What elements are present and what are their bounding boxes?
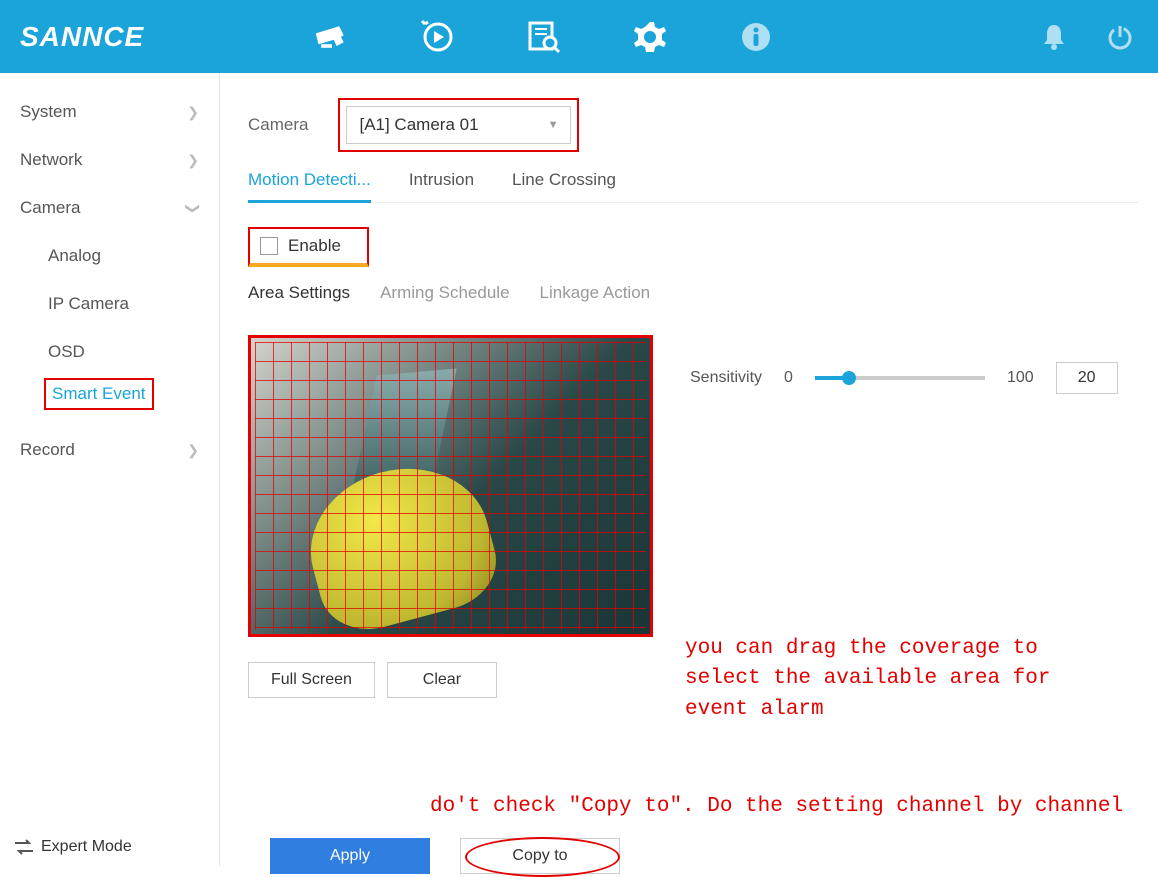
search-icon[interactable] bbox=[526, 19, 562, 55]
power-icon[interactable] bbox=[1102, 19, 1138, 55]
camera-icon[interactable] bbox=[314, 19, 350, 55]
sidebar-item-ip-camera[interactable]: IP Camera bbox=[0, 280, 219, 328]
camera-select[interactable]: [A1] Camera 01 ▼ bbox=[346, 106, 571, 144]
sensitivity-value-input[interactable]: 20 bbox=[1056, 362, 1118, 394]
camera-label: Camera bbox=[248, 115, 308, 135]
sidebar-item-record[interactable]: Record ❯ bbox=[0, 426, 219, 474]
sidebar-item-label: System bbox=[20, 102, 77, 122]
sidebar-item-analog[interactable]: Analog bbox=[0, 232, 219, 280]
sidebar-item-label: Network bbox=[20, 150, 82, 170]
top-right-group bbox=[1036, 19, 1138, 55]
chevron-right-icon: ❯ bbox=[187, 152, 199, 169]
annotation-coverage-note: you can drag the coverage to select the … bbox=[685, 634, 1115, 725]
sidebar-item-smart-event[interactable]: Smart Event bbox=[52, 384, 146, 403]
sidebar-item-system[interactable]: System ❯ bbox=[0, 88, 219, 136]
sidebar: System ❯ Network ❯ Camera ❯ Analog IP Ca… bbox=[0, 73, 220, 866]
sidebar-item-network[interactable]: Network ❯ bbox=[0, 136, 219, 184]
sensitivity-slider[interactable] bbox=[815, 376, 985, 380]
expert-mode-toggle[interactable]: Expert Mode bbox=[15, 838, 132, 856]
chevron-right-icon: ❯ bbox=[187, 104, 199, 121]
detection-tabs: Motion Detecti... Intrusion Line Crossin… bbox=[248, 170, 1138, 203]
camera-select-value: [A1] Camera 01 bbox=[359, 115, 478, 135]
sidebar-item-osd[interactable]: OSD bbox=[0, 328, 219, 376]
chevron-down-icon: ❯ bbox=[185, 202, 202, 214]
playback-icon[interactable] bbox=[420, 19, 456, 55]
dropdown-arrow-icon: ▼ bbox=[548, 119, 559, 131]
top-icon-group bbox=[314, 19, 1036, 55]
bell-icon[interactable] bbox=[1036, 19, 1072, 55]
enable-checkbox[interactable] bbox=[260, 237, 278, 255]
sensitivity-max: 100 bbox=[1007, 369, 1034, 387]
main-content: Camera [A1] Camera 01 ▼ Motion Detecti..… bbox=[220, 73, 1158, 866]
sensitivity-min: 0 bbox=[784, 369, 793, 387]
brand-logo: SANNCE bbox=[20, 21, 144, 53]
swap-icon bbox=[15, 839, 33, 855]
chevron-right-icon: ❯ bbox=[187, 442, 199, 459]
video-preview bbox=[255, 342, 646, 630]
settings-icon[interactable] bbox=[632, 19, 668, 55]
subtab-arming-schedule[interactable]: Arming Schedule bbox=[380, 283, 509, 303]
slider-thumb[interactable] bbox=[842, 371, 856, 385]
top-bar: SANNCE bbox=[0, 0, 1158, 73]
motion-area-grid[interactable] bbox=[248, 335, 653, 637]
clear-button[interactable]: Clear bbox=[387, 662, 497, 698]
tab-line-crossing[interactable]: Line Crossing bbox=[512, 170, 616, 202]
subtab-linkage-action[interactable]: Linkage Action bbox=[540, 283, 651, 303]
copy-to-button[interactable]: Copy to bbox=[460, 838, 620, 874]
settings-subtabs: Area Settings Arming Schedule Linkage Ac… bbox=[248, 283, 1138, 303]
sidebar-item-label: Record bbox=[20, 440, 75, 460]
tab-motion-detection[interactable]: Motion Detecti... bbox=[248, 170, 371, 202]
enable-label: Enable bbox=[288, 236, 341, 256]
apply-button[interactable]: Apply bbox=[270, 838, 430, 874]
sensitivity-control: Sensitivity 0 100 20 bbox=[690, 362, 1118, 394]
sidebar-item-camera[interactable]: Camera ❯ bbox=[0, 184, 219, 232]
tab-intrusion[interactable]: Intrusion bbox=[409, 170, 474, 202]
subtab-area-settings[interactable]: Area Settings bbox=[248, 283, 350, 303]
sensitivity-label: Sensitivity bbox=[690, 369, 762, 387]
expert-mode-label: Expert Mode bbox=[41, 838, 132, 856]
full-screen-button[interactable]: Full Screen bbox=[248, 662, 375, 698]
sidebar-item-label: Camera bbox=[20, 198, 80, 218]
annotation-copyto-note: do't check "Copy to". Do the setting cha… bbox=[430, 792, 1130, 822]
info-icon[interactable] bbox=[738, 19, 774, 55]
